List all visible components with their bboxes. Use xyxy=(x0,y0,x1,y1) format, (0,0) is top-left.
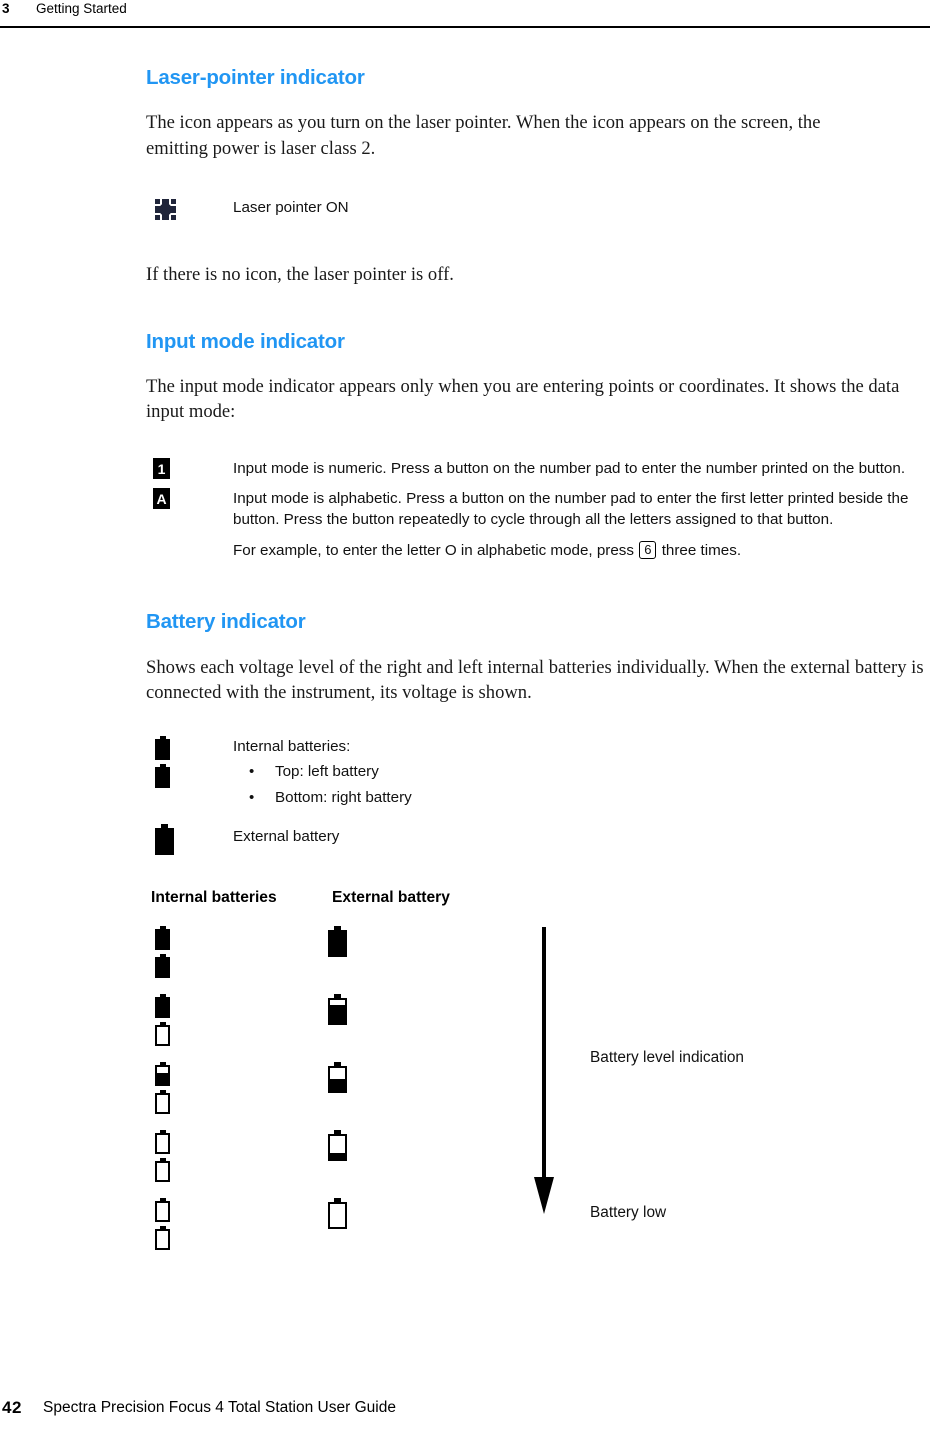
internal-battery-icon-cell xyxy=(146,735,233,788)
laser-intro-paragraph: The icon appears as you turn on the lase… xyxy=(146,112,821,159)
internal-battery-pair-icon xyxy=(155,735,170,788)
internal-battery-pair-icon xyxy=(155,993,170,1046)
header-chapter-number: 3 xyxy=(2,1,10,16)
battery-icon xyxy=(155,1225,170,1250)
arrow-label-battery-low: Battery low xyxy=(590,1203,667,1221)
external-battery-icon-cell xyxy=(146,823,233,855)
battery-external-full-icon xyxy=(155,823,174,855)
table-row xyxy=(155,1061,170,1130)
table-row xyxy=(155,1129,170,1198)
laser-outro-paragraph: If there is no icon, the laser pointer i… xyxy=(146,264,454,285)
battery-level-arrow-icon xyxy=(531,926,561,1217)
heading-battery-indicator: Battery indicator xyxy=(146,609,306,633)
input-mode-numeric-description: Input mode is numeric. Press a button on… xyxy=(233,459,906,477)
battery-intro-paragraph: Shows each voltage level of the right an… xyxy=(146,656,924,704)
footer-page-number: 42 xyxy=(2,1398,22,1417)
input-mode-example-prefix: For example, to enter the letter O in al… xyxy=(233,541,634,559)
table-row xyxy=(155,925,170,994)
battery-full-icon xyxy=(155,763,170,788)
battery-icon xyxy=(155,993,170,1018)
input-mode-example-suffix: three times. xyxy=(661,541,742,559)
figure-internal-column xyxy=(155,925,170,1266)
figure-column-header-internal: Internal batteries xyxy=(151,888,277,906)
numeric-badge-cell: 1 xyxy=(146,457,233,479)
battery-icon xyxy=(155,1129,170,1154)
figure-column-header-external: External battery xyxy=(332,888,450,906)
input-mode-row-alphabetic: A Input mode is alphabetic. Press a butt… xyxy=(146,487,930,561)
internal-battery-legend-text: Internal batteries: Top: left battery Bo… xyxy=(233,736,930,811)
header-chapter-title: Getting Started xyxy=(36,1,127,16)
table-row xyxy=(155,1197,170,1266)
internal-battery-legend-row: Internal batteries: Top: left battery Bo… xyxy=(146,735,930,811)
internal-batteries-bullets: Top: left battery Bottom: right battery xyxy=(233,759,930,811)
list-item: Bottom: right battery xyxy=(233,785,930,811)
numeric-mode-badge-icon: 1 xyxy=(153,457,170,479)
internal-battery-pair-icon xyxy=(155,1061,170,1114)
heading-input-mode-indicator: Input mode indicator xyxy=(146,329,345,353)
internal-batteries-label: Internal batteries: xyxy=(233,737,351,755)
input-mode-alphabetic-description-group: Input mode is alphabetic. Press a button… xyxy=(233,488,930,561)
battery-icon xyxy=(155,1197,170,1222)
page-content: Laser-pointer indicator The icon appears… xyxy=(146,0,930,1250)
laser-icon-row: Laser pointer ON xyxy=(146,197,930,222)
internal-battery-pair-icon xyxy=(155,1197,170,1250)
external-battery-label: External battery xyxy=(233,827,340,845)
alphabetic-mode-badge-icon: A xyxy=(153,487,170,509)
arrow-label-battery-level-indication: Battery level indication xyxy=(590,1048,744,1066)
list-item: Top: left battery xyxy=(233,759,930,785)
battery-icon xyxy=(155,925,170,950)
battery-icon xyxy=(155,1089,170,1114)
table-row xyxy=(155,993,170,1062)
external-battery-legend-row: External battery xyxy=(146,823,930,855)
battery-icon xyxy=(155,1061,170,1086)
laser-icon-description: Laser pointer ON xyxy=(233,199,349,216)
input-mode-alphabetic-description: Input mode is alphabetic. Press a button… xyxy=(233,489,909,528)
internal-battery-pair-icon xyxy=(155,1129,170,1182)
battery-icon xyxy=(155,953,170,978)
laser-icon-cell xyxy=(146,197,233,222)
input-mode-row-numeric: 1 Input mode is numeric. Press a button … xyxy=(146,457,930,479)
battery-level-figure: Internal batteries External battery Batt… xyxy=(146,888,930,1250)
footer-guide-title: Spectra Precision Focus 4 Total Station … xyxy=(43,1399,396,1416)
input-mode-intro-paragraph: The input mode indicator appears only wh… xyxy=(146,375,900,423)
heading-laser-pointer-indicator: Laser-pointer indicator xyxy=(146,66,365,89)
input-mode-example-line: For example, to enter the letter O in al… xyxy=(233,540,930,561)
battery-full-icon xyxy=(155,735,170,760)
internal-battery-pair-icon xyxy=(155,925,170,978)
alphabetic-badge-cell: A xyxy=(146,487,233,509)
laser-starburst-icon xyxy=(153,197,178,222)
battery-icon xyxy=(155,1157,170,1182)
keycap-6-icon: 6 xyxy=(639,540,657,559)
battery-icon xyxy=(155,1021,170,1046)
